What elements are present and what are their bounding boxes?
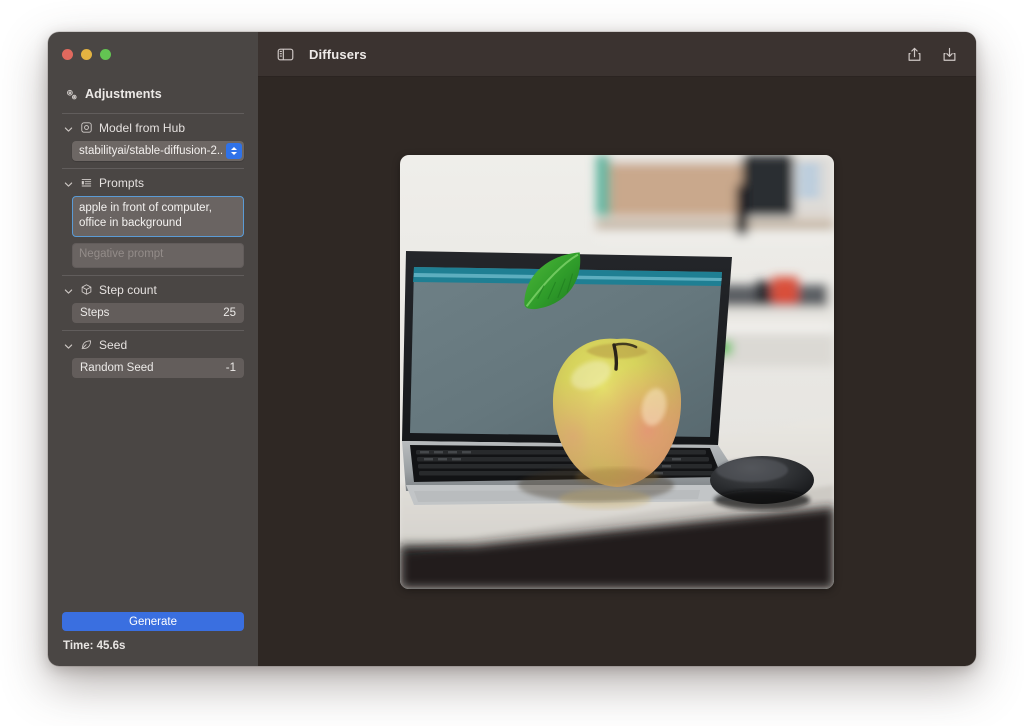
chevron-up-down-icon[interactable]	[226, 143, 242, 159]
seed-icon	[80, 338, 93, 351]
section-label: Seed	[99, 337, 128, 352]
generated-image[interactable]	[400, 154, 834, 589]
titlebar: Diffusers	[258, 32, 976, 77]
page-title: Diffusers	[309, 46, 367, 62]
download-icon[interactable]	[938, 43, 960, 65]
section-header-step-count[interactable]: Step count	[62, 276, 244, 303]
cube-icon	[80, 283, 93, 296]
share-icon[interactable]	[903, 43, 925, 65]
minimize-button[interactable]	[81, 49, 92, 60]
titlebar-left: Diffusers	[274, 43, 367, 65]
model-dropdown-value: stabilityai/stable-diffusion-2...	[79, 145, 222, 157]
section-label: Model from Hub	[99, 120, 186, 135]
prompt-input[interactable]: apple in front of computer, office in ba…	[72, 196, 244, 237]
random-seed-label: Random Seed	[80, 362, 154, 374]
random-seed-row[interactable]: Random Seed -1	[72, 358, 244, 378]
section-header-model-from-hub[interactable]: Model from Hub	[62, 114, 244, 141]
model-dropdown[interactable]: stabilityai/stable-diffusion-2...	[72, 141, 244, 161]
adjustments-header: Adjustments	[62, 84, 244, 104]
chevron-down-icon[interactable]	[63, 177, 74, 188]
steps-label: Steps	[80, 307, 110, 319]
app-window: Adjustments Model from Hub stabilityai/s…	[48, 32, 976, 666]
chevron-down-icon[interactable]	[63, 339, 74, 350]
section-body-prompts: apple in front of computer, office in ba…	[62, 196, 244, 275]
titlebar-right	[903, 43, 960, 65]
zoom-button[interactable]	[100, 49, 111, 60]
adjustments-title: Adjustments	[85, 87, 162, 101]
chevron-down-icon[interactable]	[63, 122, 74, 133]
steps-value: 25	[223, 307, 236, 319]
random-seed-value: -1	[225, 362, 236, 374]
close-button[interactable]	[62, 49, 73, 60]
image-canvas	[258, 77, 976, 666]
sidebar-content: Adjustments Model from Hub stabilityai/s…	[48, 84, 258, 666]
sidebar-toggle-icon[interactable]	[274, 43, 296, 65]
generated-image-render	[400, 154, 834, 589]
section-header-prompts[interactable]: Prompts	[62, 169, 244, 196]
section-body-model-from-hub: stabilityai/stable-diffusion-2...	[62, 141, 244, 168]
section-body-seed: Random Seed -1	[62, 358, 244, 385]
model-icon	[80, 121, 93, 134]
section-label: Prompts	[99, 175, 145, 190]
section-header-seed[interactable]: Seed	[62, 331, 244, 358]
section-label: Step count	[99, 282, 157, 297]
screen-root: Adjustments Model from Hub stabilityai/s…	[0, 0, 1024, 726]
text-align-icon	[80, 176, 93, 189]
main-area: Diffusers	[258, 32, 976, 666]
negative-prompt-input[interactable]: Negative prompt	[72, 243, 244, 268]
gears-icon	[65, 88, 78, 101]
chevron-down-icon[interactable]	[63, 284, 74, 295]
steps-row[interactable]: Steps 25	[72, 303, 244, 323]
sidebar: Adjustments Model from Hub stabilityai/s…	[48, 32, 258, 666]
status-time-label: Time: 45.6s	[63, 640, 126, 652]
window-controls	[62, 49, 111, 60]
generate-button[interactable]: Generate	[62, 612, 244, 631]
section-body-step-count: Steps 25	[62, 303, 244, 330]
